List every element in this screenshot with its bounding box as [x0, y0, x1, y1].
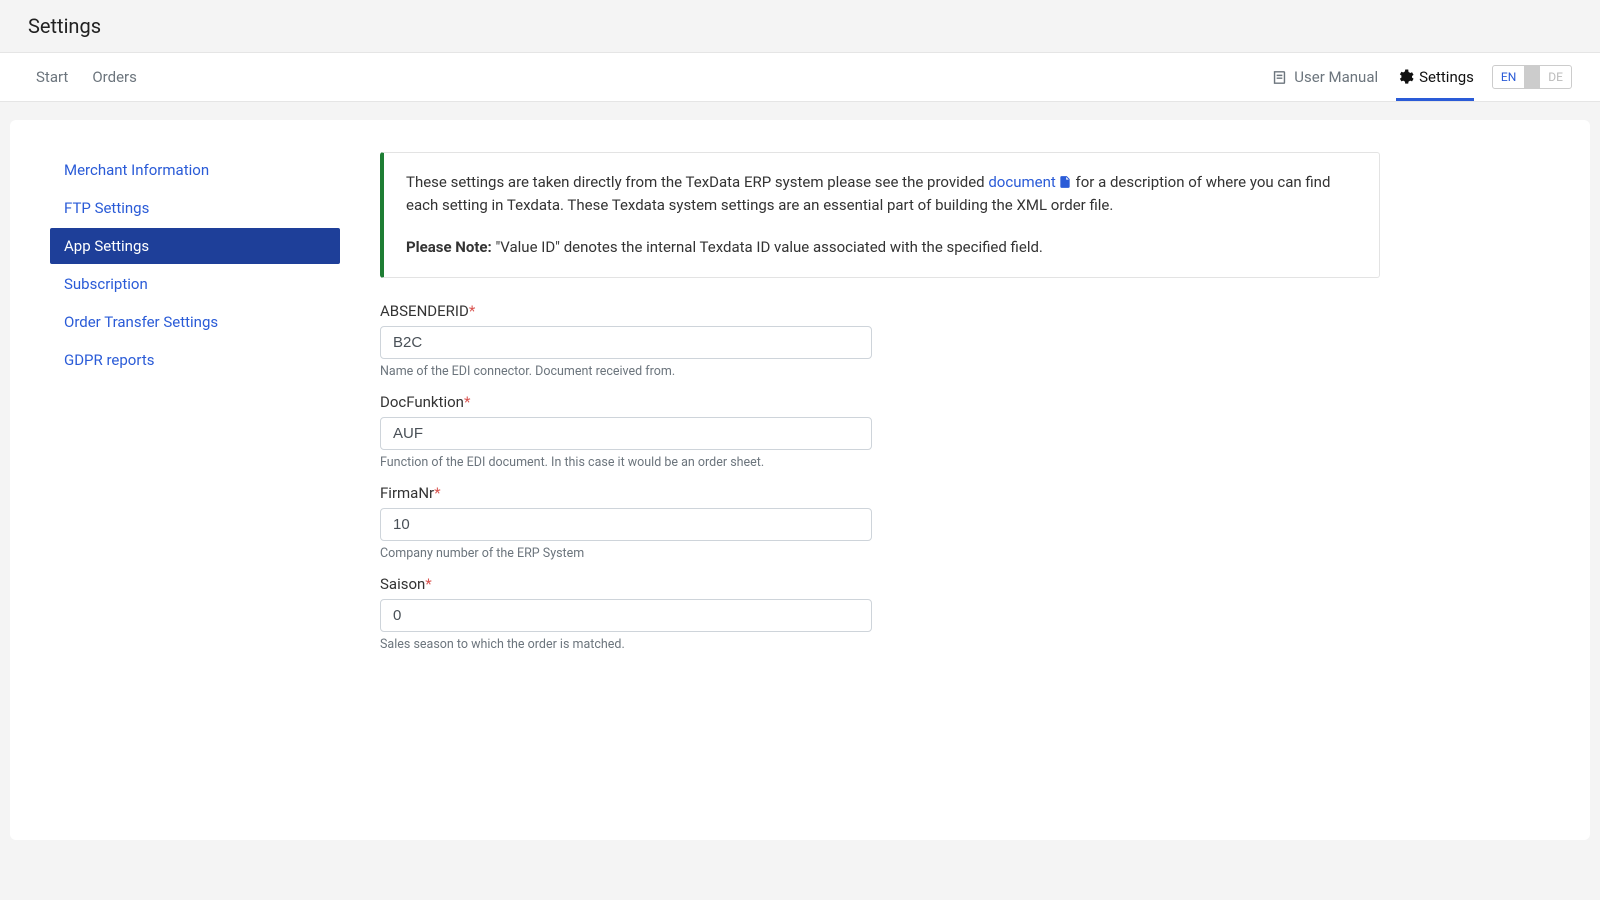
user-manual-link[interactable]: User Manual [1271, 68, 1378, 86]
lang-de-button[interactable]: DE [1540, 66, 1571, 88]
required-star: * [464, 393, 470, 411]
help-absenderid: Name of the EDI connector. Document rece… [380, 364, 1380, 379]
required-star: * [425, 575, 431, 593]
form-group-docfunktion: DocFunktion* Function of the EDI documen… [380, 393, 1380, 470]
sidebar-item-gdpr-reports[interactable]: GDPR reports [50, 342, 340, 378]
required-star: * [434, 484, 440, 502]
document-link[interactable]: document [988, 173, 1071, 191]
input-saison[interactable] [380, 599, 872, 632]
main-panel: These settings are taken directly from t… [380, 152, 1380, 808]
nav-right: User Manual Settings EN DE [1271, 65, 1572, 89]
gear-icon [1396, 68, 1414, 86]
input-absenderid[interactable] [380, 326, 872, 359]
sidebar-item-label: FTP Settings [64, 199, 149, 217]
document-link-text: document [988, 173, 1055, 191]
sidebar-item-order-transfer-settings[interactable]: Order Transfer Settings [50, 304, 340, 340]
user-manual-label: User Manual [1294, 68, 1378, 86]
nav-link-orders[interactable]: Orders [80, 54, 149, 100]
content-card: Merchant Information FTP Settings App Se… [10, 120, 1590, 840]
settings-link[interactable]: Settings [1396, 68, 1474, 101]
sidebar-item-label: App Settings [64, 237, 149, 255]
top-header: Settings [0, 0, 1600, 53]
lang-divider [1524, 66, 1540, 88]
label-text: DocFunktion [380, 393, 464, 411]
nav-bar: Start Orders User Manual Settings EN DE [0, 53, 1600, 102]
nav-link-start[interactable]: Start [28, 54, 80, 100]
help-firmanr: Company number of the ERP System [380, 546, 1380, 561]
sidebar-item-ftp-settings[interactable]: FTP Settings [50, 190, 340, 226]
nav-left: Start Orders [28, 54, 149, 100]
please-note-rest: "Value ID" denotes the internal Texdata … [492, 238, 1043, 256]
info-paragraph-1: These settings are taken directly from t… [406, 171, 1357, 218]
lang-en-button[interactable]: EN [1493, 66, 1524, 88]
language-switch: EN DE [1492, 65, 1572, 89]
label-docfunktion: DocFunktion* [380, 393, 1380, 411]
settings-label: Settings [1419, 68, 1474, 86]
form-group-firmanr: FirmaNr* Company number of the ERP Syste… [380, 484, 1380, 561]
label-text: ABSENDERID [380, 302, 469, 320]
label-text: FirmaNr [380, 484, 434, 502]
sidebar-item-label: GDPR reports [64, 351, 154, 369]
form-group-saison: Saison* Sales season to which the order … [380, 575, 1380, 652]
label-saison: Saison* [380, 575, 1380, 593]
required-star: * [469, 302, 475, 320]
sidebar-item-merchant-information[interactable]: Merchant Information [50, 152, 340, 188]
label-firmanr: FirmaNr* [380, 484, 1380, 502]
sidebar-item-label: Merchant Information [64, 161, 209, 179]
label-text: Saison [380, 575, 425, 593]
info-text-pre: These settings are taken directly from t… [406, 173, 988, 191]
input-firmanr[interactable] [380, 508, 872, 541]
sidebar-item-label: Order Transfer Settings [64, 313, 218, 331]
input-docfunktion[interactable] [380, 417, 872, 450]
please-note-bold: Please Note: [406, 238, 492, 256]
page-title: Settings [28, 14, 1572, 38]
info-paragraph-2: Please Note: "Value ID" denotes the inte… [406, 236, 1357, 259]
info-box: These settings are taken directly from t… [380, 152, 1380, 278]
form-group-absenderid: ABSENDERID* Name of the EDI connector. D… [380, 302, 1380, 379]
settings-sidebar: Merchant Information FTP Settings App Se… [50, 152, 340, 808]
sidebar-item-label: Subscription [64, 275, 148, 293]
help-docfunktion: Function of the EDI document. In this ca… [380, 455, 1380, 470]
book-icon [1271, 69, 1288, 86]
help-saison: Sales season to which the order is match… [380, 637, 1380, 652]
label-absenderid: ABSENDERID* [380, 302, 1380, 320]
pdf-icon [1058, 175, 1072, 189]
sidebar-item-app-settings[interactable]: App Settings [50, 228, 340, 264]
sidebar-item-subscription[interactable]: Subscription [50, 266, 340, 302]
